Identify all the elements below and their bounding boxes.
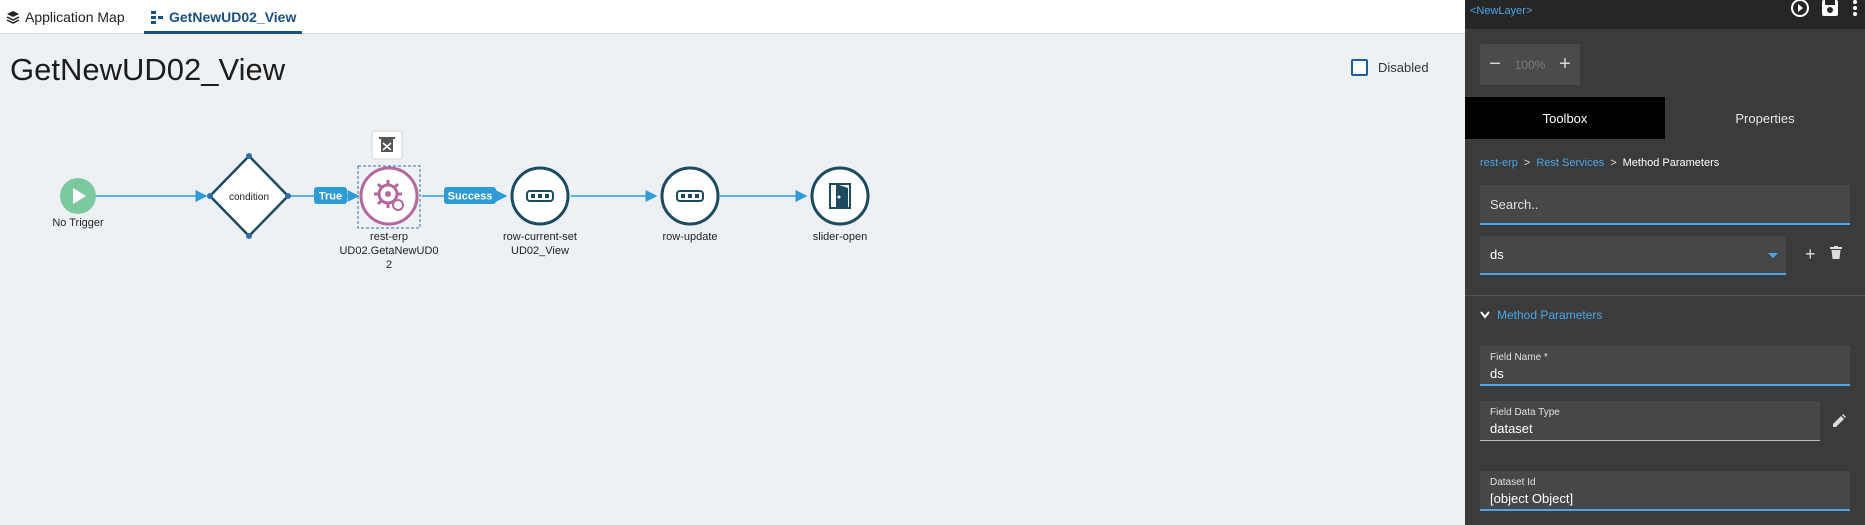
rest-label: rest-erp UD02.GetaNewUD0 2 [334, 230, 444, 272]
layers-icon [6, 11, 20, 24]
field-value: [object Object] [1490, 491, 1574, 506]
method-select[interactable]: ds [1480, 236, 1786, 275]
chevron-down-icon [1480, 311, 1490, 319]
panel-top-icons [1785, 0, 1865, 20]
tab-toolbox[interactable]: Toolbox [1465, 97, 1665, 139]
condition-label: condition [229, 192, 269, 203]
row-current-set-label: row-current-set UD02_View [485, 230, 595, 258]
tab-label: GetNewUD02_View [169, 9, 297, 25]
success-label: Success [448, 191, 493, 203]
field-label: Field Data Type [1490, 407, 1560, 418]
pencil-icon [1833, 414, 1846, 427]
tab-label: Application Map [25, 9, 125, 25]
tab-application-map[interactable]: Application Map [6, 0, 125, 34]
node-slider-open[interactable] [810, 166, 870, 226]
delete-button[interactable] [1830, 246, 1842, 264]
add-button[interactable]: + [1805, 244, 1816, 265]
more-vertical-icon [1853, 0, 1857, 16]
more-button[interactable] [1845, 0, 1865, 20]
breadcrumb-rest-erp[interactable]: rest-erp [1480, 157, 1518, 169]
method-parameters-section-toggle[interactable]: Method Parameters [1480, 308, 1602, 322]
flow-canvas[interactable]: GetNewUD02_View Disabled True Success co [0, 34, 1465, 525]
node-rest-erp[interactable] [357, 165, 421, 229]
field-label: Field Name * [1490, 352, 1548, 363]
zoom-level: 100% [1514, 57, 1546, 72]
panel-top-bar: <NewLayer> [1465, 0, 1865, 29]
node-row-update[interactable] [660, 166, 720, 226]
field-label: Dataset Id [1490, 477, 1536, 488]
edit-data-type-button[interactable] [1832, 414, 1846, 433]
rest-label-line: 2 [385, 259, 393, 271]
tab-bar: Application Map GetNewUD02_View [0, 0, 1465, 34]
slider-open-label: slider-open [812, 231, 868, 243]
node-delete-button[interactable] [371, 130, 403, 160]
divider [1465, 295, 1865, 296]
trash-icon [1830, 246, 1842, 259]
zoom-in-button[interactable]: + [1556, 53, 1574, 76]
field-value: ds [1490, 366, 1504, 381]
zoom-out-button[interactable]: − [1486, 53, 1504, 76]
dataset-id-input[interactable]: Dataset Id [object Object] [1480, 471, 1850, 511]
tab-properties[interactable]: Properties [1665, 97, 1865, 139]
true-label: True [319, 191, 342, 203]
search-input[interactable]: Search.. [1480, 185, 1850, 225]
run-button[interactable] [1785, 0, 1815, 20]
tab-getnewud02-view[interactable]: GetNewUD02_View [143, 0, 303, 34]
chevron-down-icon [1768, 253, 1778, 258]
node-row-current-set[interactable] [510, 166, 570, 226]
row-update-label: row-update [662, 231, 718, 243]
panel-tabs: Toolbox Properties [1465, 97, 1865, 139]
node-no-trigger[interactable] [60, 178, 96, 214]
node-condition[interactable]: condition [207, 153, 291, 239]
save-button[interactable] [1815, 0, 1845, 20]
breadcrumb-rest-services[interactable]: Rest Services [1536, 157, 1604, 169]
trigger-label: No Trigger [52, 217, 104, 229]
rest-label-line: rest-erp [370, 231, 408, 243]
flow-diagram: True Success condition [60, 130, 870, 239]
field-data-type-input[interactable]: Field Data Type dataset [1480, 401, 1820, 441]
play-circle-icon [1791, 0, 1809, 17]
right-panel: <NewLayer> − 100% + Toolbox Properties r… [1465, 0, 1865, 525]
row-current-set-label-line: UD02_View [511, 245, 569, 257]
new-layer-link[interactable]: <NewLayer> [1470, 5, 1532, 17]
row-current-set-label-line: row-current-set [503, 231, 577, 243]
rest-label-line: UD02.GetaNewUD0 [339, 245, 439, 257]
section-title: Method Parameters [1497, 308, 1603, 322]
breadcrumb-current: Method Parameters [1622, 157, 1720, 169]
breadcrumb-separator: > [1610, 157, 1617, 169]
field-value: dataset [1490, 421, 1533, 436]
zoom-control: − 100% + [1480, 44, 1580, 85]
breadcrumb: rest-erp > Rest Services > Method Parame… [1480, 157, 1719, 169]
save-icon [1822, 0, 1838, 16]
field-name-input[interactable]: Field Name * ds [1480, 346, 1850, 386]
flow-icon [151, 11, 163, 24]
method-select-value: ds [1490, 247, 1504, 262]
breadcrumb-separator: > [1523, 157, 1531, 169]
